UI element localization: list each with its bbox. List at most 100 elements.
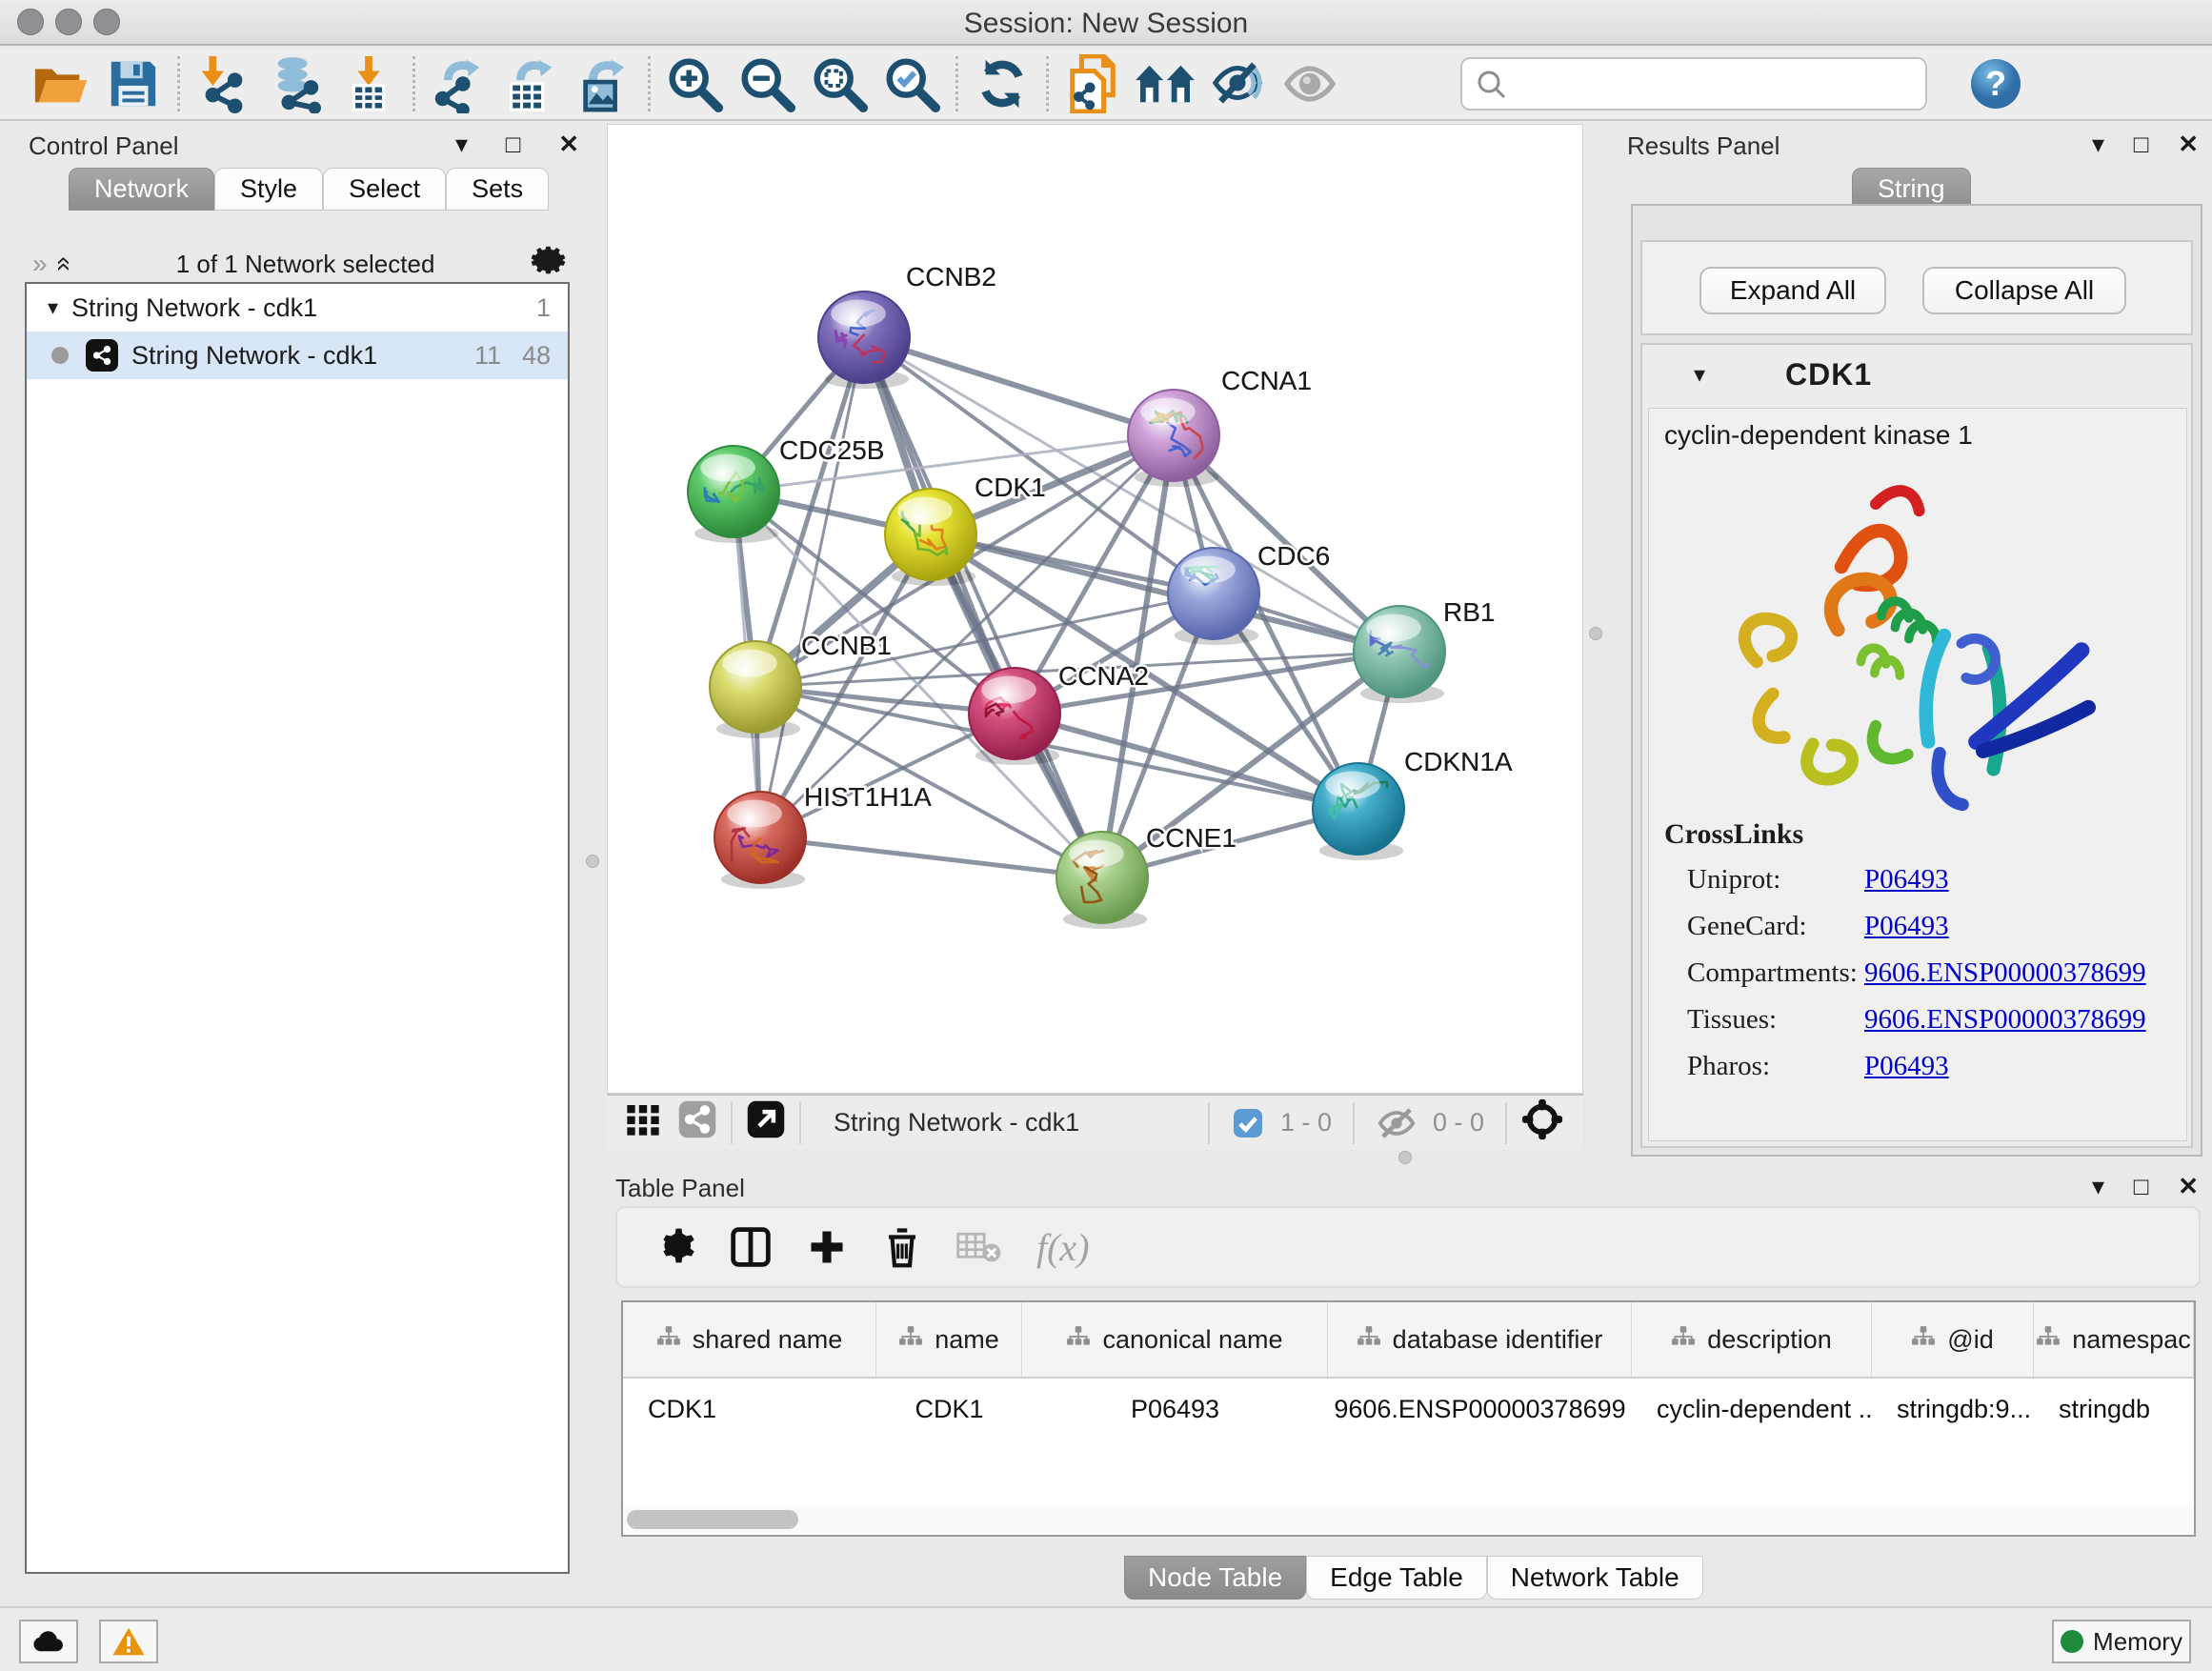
create-column-plus-icon[interactable] <box>806 1225 848 1269</box>
help-icon[interactable]: ? <box>1960 53 2032 114</box>
first-neighbors-icon[interactable] <box>1129 53 1201 114</box>
results-panel-float-icon[interactable]: ▾ <box>2092 130 2104 159</box>
search-field[interactable] <box>1460 57 1927 111</box>
warning-status-icon[interactable] <box>99 1620 158 1663</box>
cloud-status-icon[interactable] <box>19 1620 78 1663</box>
tab-network[interactable]: Network <box>69 168 214 211</box>
network-node-CCNA1[interactable]: CCNA1 CCNA1 <box>1128 366 1312 487</box>
table-panel-maximize-icon[interactable]: □ <box>2134 1172 2149 1201</box>
tab-sets[interactable]: Sets <box>446 168 549 211</box>
search-icon <box>1476 69 1508 108</box>
export-table-icon[interactable] <box>495 53 568 114</box>
crosslink-link[interactable]: P06493 <box>1864 864 1949 896</box>
hidden-eye-icon[interactable] <box>1376 1104 1418 1142</box>
edge-HIST1H1A-CCNE1[interactable] <box>760 837 1102 877</box>
table-cell[interactable]: P06493 <box>1022 1379 1328 1439</box>
expand-all-networks-icon[interactable]: « <box>49 256 79 272</box>
svg-text:HIST1H1A: HIST1H1A <box>804 782 932 812</box>
search-input[interactable] <box>1460 57 1927 111</box>
network-row[interactable]: String Network - cdk1 11 48 <box>27 332 568 379</box>
gene-caret-icon[interactable]: ▾ <box>1694 361 1705 389</box>
network-options-gear-icon[interactable] <box>530 243 566 286</box>
column-header--id[interactable]: @id <box>1872 1302 2034 1377</box>
zoom-in-icon[interactable] <box>658 53 731 114</box>
network-node-HIST1H1A[interactable]: HIST1H1A HIST1H1A <box>714 782 932 889</box>
network-canvas[interactable]: CCNB2 CCNB2 CCNA1 CCNA1 CDC25B CDC25B CD… <box>607 124 1583 1094</box>
tab-edge-table[interactable]: Edge Table <box>1306 1556 1487 1600</box>
table-settings-gear-icon[interactable] <box>652 1225 695 1269</box>
column-header-database-identifier[interactable]: database identifier <box>1328 1302 1632 1377</box>
import-table-file-icon[interactable] <box>332 53 405 114</box>
network-collection-row[interactable]: ▾ String Network - cdk1 1 <box>27 284 568 332</box>
birdseye-view-icon[interactable] <box>624 1100 662 1145</box>
import-network-file-icon[interactable] <box>188 53 260 114</box>
table-cell[interactable]: CDK1 <box>623 1379 876 1439</box>
collapse-all-button[interactable]: Collapse All <box>1922 267 2126 314</box>
column-header-shared-name[interactable]: shared name <box>623 1302 876 1377</box>
bottom-splitter-handle[interactable] <box>1398 1151 1412 1164</box>
tab-network-table[interactable]: Network Table <box>1487 1556 1703 1600</box>
show-column-panel-icon[interactable] <box>730 1225 772 1269</box>
control-panel-close-icon[interactable]: ✕ <box>558 130 579 159</box>
control-panel-float-icon[interactable]: ▾ <box>455 130 468 159</box>
crosslink-link[interactable]: 9606.ENSP00000378699 <box>1864 957 2146 989</box>
column-header-canonical-name[interactable]: canonical name <box>1022 1302 1328 1377</box>
table-cell[interactable]: stringdb:9... <box>1872 1379 2034 1439</box>
table-horizontal-scrollbar[interactable] <box>623 1506 2194 1533</box>
tab-select[interactable]: Select <box>323 168 446 211</box>
network-node-CCNB1[interactable]: CCNB1 CCNB1 <box>710 631 892 738</box>
results-panel-maximize-icon[interactable]: □ <box>2134 130 2149 159</box>
edge-CCNB2-CCNA1[interactable] <box>864 337 1174 435</box>
table-panel-float-icon[interactable]: ▾ <box>2092 1172 2104 1201</box>
zoom-selected-icon[interactable] <box>875 53 948 114</box>
network-node-CDC25B[interactable]: CDC25B CDC25B <box>688 435 884 543</box>
collection-caret-icon[interactable]: ▾ <box>48 295 58 320</box>
save-session-icon[interactable] <box>97 53 170 114</box>
zoom-out-icon[interactable] <box>731 53 803 114</box>
table-cell[interactable]: stringdb <box>2034 1379 2194 1439</box>
crosslink-link[interactable]: P06493 <box>1864 1051 1949 1082</box>
table-panel-close-icon[interactable]: ✕ <box>2178 1172 2199 1201</box>
edge-CCNB2-HIST1H1A[interactable] <box>760 337 864 837</box>
open-session-icon[interactable] <box>25 53 97 114</box>
hide-selected-icon[interactable] <box>1201 53 1274 114</box>
detach-view-icon[interactable] <box>746 1099 786 1146</box>
tab-style[interactable]: Style <box>214 168 323 211</box>
table-cell[interactable]: cyclin-dependent ... <box>1632 1379 1872 1439</box>
memory-button[interactable]: Memory <box>2052 1620 2191 1663</box>
string-panel-icon[interactable] <box>677 1099 717 1146</box>
tab-node-table[interactable]: Node Table <box>1124 1556 1306 1600</box>
import-network-database-icon[interactable] <box>260 53 332 114</box>
table-cell[interactable]: 9606.ENSP00000378699 <box>1328 1379 1632 1439</box>
export-network-icon[interactable] <box>423 53 495 114</box>
show-all-icon[interactable] <box>1274 53 1346 114</box>
right-splitter-handle[interactable] <box>1589 627 1602 640</box>
selected-nodes-checkbox-icon[interactable] <box>1231 1106 1265 1140</box>
zoom-fit-icon[interactable] <box>803 53 875 114</box>
gene-description: cyclin-dependent kinase 1 <box>1664 420 1973 451</box>
fit-selected-crosshair-icon[interactable] <box>1520 1097 1564 1148</box>
results-panel-close-icon[interactable]: ✕ <box>2178 130 2199 159</box>
network-from-clipboard-icon[interactable] <box>1056 53 1129 114</box>
column-header-namespac[interactable]: namespac <box>2034 1302 2194 1377</box>
column-header-name[interactable]: name <box>876 1302 1022 1377</box>
crosslink-link[interactable]: P06493 <box>1864 911 1949 942</box>
table-row[interactable]: CDK1CDK1P064939606.ENSP00000378699cyclin… <box>623 1379 2194 1439</box>
network-node-CDKN1A[interactable]: CDKN1A CDKN1A <box>1313 747 1513 860</box>
scrollbar-thumb[interactable] <box>627 1510 798 1529</box>
left-splitter-handle[interactable] <box>586 855 599 868</box>
refresh-icon[interactable] <box>966 53 1038 114</box>
table-cell[interactable]: CDK1 <box>876 1379 1022 1439</box>
delete-column-trash-icon[interactable] <box>882 1224 922 1270</box>
network-label: String Network - cdk1 <box>131 341 377 371</box>
network-node-RB1[interactable]: RB1 RB1 <box>1354 597 1495 703</box>
control-panel-maximize-icon[interactable]: □ <box>506 130 521 159</box>
crosslink-label: Tissues: <box>1664 1004 1864 1036</box>
crosslink-link[interactable]: 9606.ENSP00000378699 <box>1864 1004 2146 1036</box>
expand-all-button[interactable]: Expand All <box>1699 267 1886 314</box>
collapse-all-networks-icon[interactable]: » <box>32 249 48 279</box>
network-node-CCNE1[interactable]: CCNE1 CCNE1 <box>1056 823 1237 929</box>
column-header-description[interactable]: description <box>1632 1302 1872 1377</box>
gene-section-header[interactable]: ▾ CDK1 <box>1640 343 2193 406</box>
export-image-icon[interactable] <box>568 53 640 114</box>
